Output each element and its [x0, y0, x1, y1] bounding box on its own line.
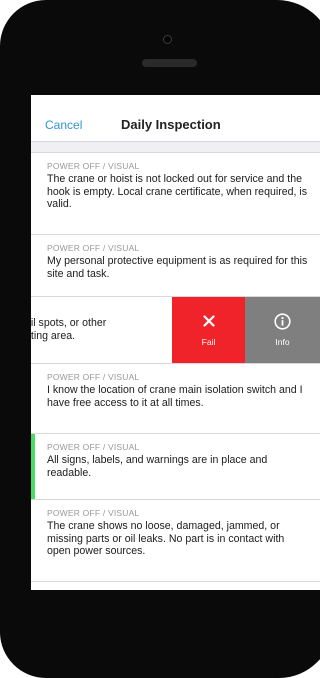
checklist-item-content: POWER OFF / VISUAL The crane or hoist is…	[47, 161, 310, 211]
checklist-item-content: POWER OFF / VISUAL I know the location o…	[47, 372, 310, 409]
info-circle-icon	[245, 311, 320, 331]
stage: Cancel Daily Inspection POWER OFF / VISU…	[0, 0, 320, 678]
item-text: The crane shows no loose, damaged, jamme…	[47, 520, 285, 557]
item-text: All signs, labels, and warnings are in p…	[47, 454, 268, 479]
earpiece-speaker	[142, 59, 197, 67]
item-text-line: ating area.	[31, 329, 76, 342]
fail-button[interactable]: Fail	[172, 297, 245, 363]
front-camera	[163, 35, 172, 44]
checklist-item-content: POWER OFF / VISUAL My personal protectiv…	[47, 243, 310, 280]
close-x-icon	[172, 311, 245, 331]
item-text: My personal protective equipment is as r…	[47, 255, 308, 280]
info-label: Info	[275, 337, 290, 347]
checklist-item-content: POWER OFF / VISUAL The crane shows no lo…	[47, 508, 310, 558]
info-button[interactable]: Info	[245, 297, 320, 363]
phone-frame: Cancel Daily Inspection POWER OFF / VISU…	[0, 0, 320, 678]
page-title: Daily Inspection	[121, 117, 221, 132]
checklist-item[interactable]: POWER OFF / VISUAL My personal protectiv…	[31, 235, 320, 297]
item-category: POWER OFF / VISUAL	[47, 243, 140, 253]
item-category: POWER OFF / VISUAL	[47, 161, 140, 171]
checklist-item-content: POWER OFF / VISUAL All signs, labels, an…	[47, 442, 310, 479]
item-text: I know the location of crane main isolat…	[47, 384, 303, 409]
item-text-line: oil spots, or other	[31, 317, 107, 329]
app-screen: Cancel Daily Inspection POWER OFF / VISU…	[31, 95, 320, 590]
item-category: POWER OFF / VISUAL	[47, 372, 140, 382]
checklist-item-swiped[interactable]: oil spots, or other ating area. Fail	[31, 297, 320, 364]
checklist-item-passed[interactable]: POWER OFF / VISUAL All signs, labels, an…	[31, 434, 320, 500]
checklist-item[interactable]: POWER OFF / VISUAL The crane or hoist is…	[31, 153, 320, 235]
item-text-swiped: oil spots, or other ating area.	[31, 317, 175, 342]
passed-marker	[31, 434, 35, 499]
item-category: POWER OFF / VISUAL	[47, 508, 140, 518]
checklist-item[interactable]: POWER OFF / VISUAL The crane shows no lo…	[31, 500, 320, 582]
item-text: The crane or hoist is not locked out for…	[47, 173, 308, 210]
item-category: POWER OFF / VISUAL	[47, 442, 140, 452]
section-gap	[31, 142, 320, 153]
checklist-item[interactable]: POWER OFF / VISUAL I know the location o…	[31, 364, 320, 434]
fail-label: Fail	[201, 337, 216, 347]
cancel-button[interactable]: Cancel	[45, 118, 82, 132]
navigation-bar: Cancel Daily Inspection	[31, 95, 320, 142]
